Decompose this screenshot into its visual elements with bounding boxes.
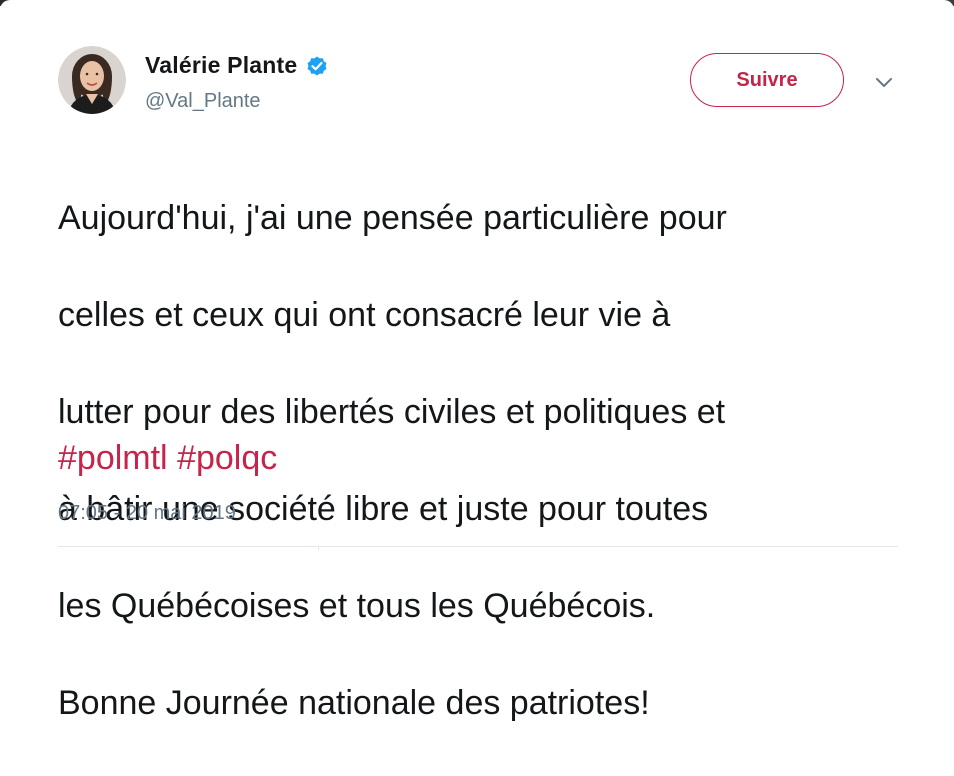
profile-photo-icon [58, 46, 126, 114]
hashtag-link-polmtl[interactable]: #polmtl [58, 439, 168, 477]
chevron-down-icon[interactable] [872, 72, 896, 92]
avatar[interactable] [58, 46, 126, 114]
tweet-text-line: Bonne Journée nationale des patriotes! [58, 683, 650, 722]
display-name[interactable]: Valérie Plante [145, 52, 297, 79]
tweet-card: Valérie Plante @Val_Plante Suivre Aujour… [0, 0, 954, 722]
verified-badge-icon [305, 54, 329, 78]
divider [318, 546, 319, 550]
tweet-text-line: les Québécoises et tous les Québécois. [58, 586, 656, 625]
hashtag-row: #polmtl #polqc [58, 434, 277, 482]
user-handle[interactable]: @Val_Plante [145, 90, 261, 113]
name-row: Valérie Plante [145, 52, 329, 79]
tweet-text-line: celles et ceux qui ont consacré leur vie… [58, 295, 671, 334]
tweet-text-line: Aujourd'hui, j'ai une pensée particulièr… [58, 198, 727, 237]
tweet-timestamp[interactable]: 07:05 - 20 mai 2019 [58, 502, 236, 525]
follow-button[interactable]: Suivre [690, 53, 844, 107]
tweet-text-line: lutter pour des libertés civiles et poli… [58, 392, 726, 431]
hashtag-link-polqc[interactable]: #polqc [177, 439, 277, 477]
divider [58, 546, 898, 547]
